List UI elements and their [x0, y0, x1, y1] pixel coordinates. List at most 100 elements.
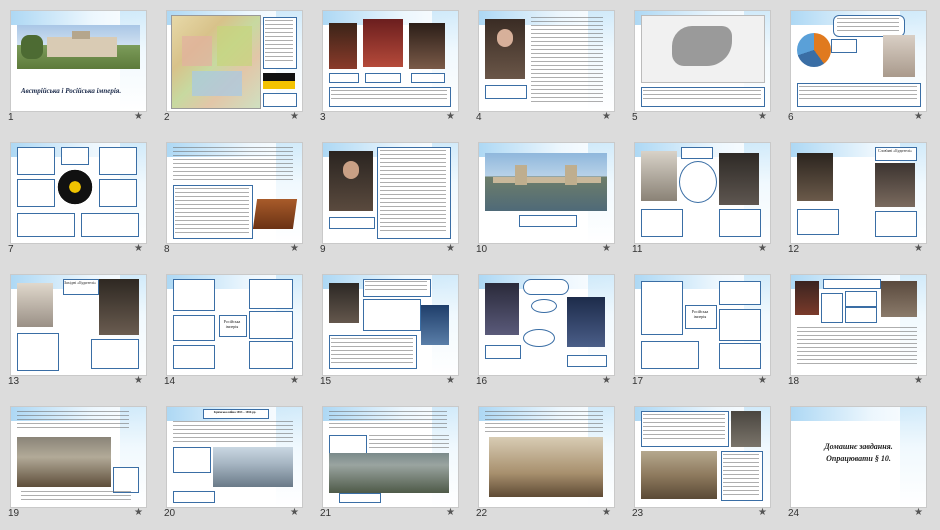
slide-cell-16[interactable]: 16 ★: [468, 264, 624, 396]
star-icon[interactable]: ★: [914, 375, 923, 386]
slide-cell-18[interactable]: 18 ★: [780, 264, 936, 396]
battle-painting: [17, 437, 111, 487]
slide-cell-7[interactable]: 7 ★: [0, 132, 156, 264]
star-icon[interactable]: ★: [134, 507, 143, 518]
star-icon[interactable]: ★: [290, 111, 299, 122]
portrait-image: [795, 281, 819, 315]
slide-thumbnail-6[interactable]: [790, 10, 927, 112]
slide-cell-1[interactable]: Австрійська і Російська імперія. 1 ★: [0, 0, 156, 132]
slide-label: Російська імперія: [223, 319, 241, 329]
slide-cell-15[interactable]: 15 ★: [312, 264, 468, 396]
flag-icon: [263, 73, 295, 89]
slide-cell-9[interactable]: 9 ★: [312, 132, 468, 264]
slide-thumbnail-1[interactable]: Австрійська і Російська імперія.: [10, 10, 147, 112]
slide-number: 9: [320, 244, 326, 255]
slide-thumbnail-10[interactable]: [478, 142, 615, 244]
slide-number: 21: [320, 508, 332, 519]
slide-thumbnail-19[interactable]: [10, 406, 147, 508]
slide-cell-20[interactable]: Кримська війна 1853 – 1856 рр. 20 ★: [156, 396, 312, 528]
homework-subtitle: Опрацювати § 10.: [826, 454, 891, 463]
slide-cell-3[interactable]: 3 ★: [312, 0, 468, 132]
slide-thumbnail-18[interactable]: [790, 274, 927, 376]
group-portrait-image: [881, 281, 917, 317]
portrait-image: [797, 153, 833, 201]
star-icon[interactable]: ★: [758, 507, 767, 518]
slide-cell-17[interactable]: Російська імперія 17 ★: [624, 264, 780, 396]
star-icon[interactable]: ★: [914, 507, 923, 518]
slide-sorter-grid: Австрійська і Російська імперія. 1 ★ 2 ★: [0, 0, 940, 530]
slide-thumbnail-5[interactable]: [634, 10, 771, 112]
slide-thumbnail-7[interactable]: [10, 142, 147, 244]
slide-number: 1: [8, 112, 14, 123]
slide-thumbnail-21[interactable]: [322, 406, 459, 508]
slide-thumbnail-24[interactable]: Домашнє завдання. Опрацювати § 10.: [790, 406, 927, 508]
slide-thumbnail-12[interactable]: Слов'яні «Будителі»: [790, 142, 927, 244]
star-icon[interactable]: ★: [758, 375, 767, 386]
star-icon[interactable]: ★: [290, 243, 299, 254]
slide-number: 4: [476, 112, 482, 123]
slide-cell-14[interactable]: Російська імперія 14 ★: [156, 264, 312, 396]
slide-number: 8: [164, 244, 170, 255]
slide-cell-11[interactable]: 11 ★: [624, 132, 780, 264]
slide-thumbnail-17[interactable]: Російська імперія: [634, 274, 771, 376]
star-icon[interactable]: ★: [914, 243, 923, 254]
slide-number: 14: [164, 376, 176, 387]
star-icon[interactable]: ★: [290, 375, 299, 386]
slide-thumbnail-9[interactable]: [322, 142, 459, 244]
slide-thumbnail-3[interactable]: [322, 10, 459, 112]
star-icon[interactable]: ★: [446, 375, 455, 386]
slide-cell-22[interactable]: 22 ★: [468, 396, 624, 528]
slide-thumbnail-8[interactable]: [166, 142, 303, 244]
slide-thumbnail-4[interactable]: [478, 10, 615, 112]
slide-cell-6[interactable]: 6 ★: [780, 0, 936, 132]
congress-painting: [489, 437, 603, 497]
slide-label: Російська імперія: [691, 309, 709, 319]
star-icon[interactable]: ★: [602, 111, 611, 122]
slide-thumbnail-11[interactable]: [634, 142, 771, 244]
slide-cell-12[interactable]: Слов'яні «Будителі» 12 ★: [780, 132, 936, 264]
star-icon[interactable]: ★: [758, 243, 767, 254]
star-icon[interactable]: ★: [134, 243, 143, 254]
slide-thumbnail-23[interactable]: [634, 406, 771, 508]
portrait-image: [329, 151, 373, 211]
star-icon[interactable]: ★: [602, 507, 611, 518]
slide-cell-23[interactable]: 23 ★: [624, 396, 780, 528]
star-icon[interactable]: ★: [602, 375, 611, 386]
slide-number: 10: [476, 244, 488, 255]
homework-title: Домашнє завдання.: [824, 442, 893, 451]
slide-cell-2[interactable]: 2 ★: [156, 0, 312, 132]
slide-number: 13: [8, 376, 20, 387]
slide-thumbnail-22[interactable]: [478, 406, 615, 508]
star-icon[interactable]: ★: [290, 507, 299, 518]
star-icon[interactable]: ★: [134, 111, 143, 122]
portrait-image: [485, 283, 519, 335]
portrait-image: [567, 297, 605, 347]
coat-of-arms-icon: [57, 169, 93, 209]
palace-photo: [17, 25, 140, 69]
slide-thumbnail-2[interactable]: [166, 10, 303, 112]
slide-cell-10[interactable]: 10 ★: [468, 132, 624, 264]
slide-number: 6: [788, 112, 794, 123]
slide-number: 5: [632, 112, 638, 123]
slide-cell-24[interactable]: Домашнє завдання. Опрацювати § 10. 24 ★: [780, 396, 936, 528]
slide-cell-4[interactable]: 4 ★: [468, 0, 624, 132]
star-icon[interactable]: ★: [446, 111, 455, 122]
slide-cell-21[interactable]: 21 ★: [312, 396, 468, 528]
star-icon[interactable]: ★: [914, 111, 923, 122]
slide-number: 2: [164, 112, 170, 123]
star-icon[interactable]: ★: [134, 375, 143, 386]
slide-cell-8[interactable]: 8 ★: [156, 132, 312, 264]
slide-cell-5[interactable]: 5 ★: [624, 0, 780, 132]
slide-cell-19[interactable]: 19 ★: [0, 396, 156, 528]
slide-thumbnail-13[interactable]: Західні «Будителі»: [10, 274, 147, 376]
slide-thumbnail-20[interactable]: Кримська війна 1853 – 1856 рр.: [166, 406, 303, 508]
slide-thumbnail-14[interactable]: Російська імперія: [166, 274, 303, 376]
star-icon[interactable]: ★: [758, 111, 767, 122]
slide-thumbnail-15[interactable]: [322, 274, 459, 376]
star-icon[interactable]: ★: [446, 507, 455, 518]
slide-cell-13[interactable]: Західні «Будителі» 13 ★: [0, 264, 156, 396]
star-icon[interactable]: ★: [602, 243, 611, 254]
slide-number: 7: [8, 244, 14, 255]
star-icon[interactable]: ★: [446, 243, 455, 254]
slide-thumbnail-16[interactable]: [478, 274, 615, 376]
